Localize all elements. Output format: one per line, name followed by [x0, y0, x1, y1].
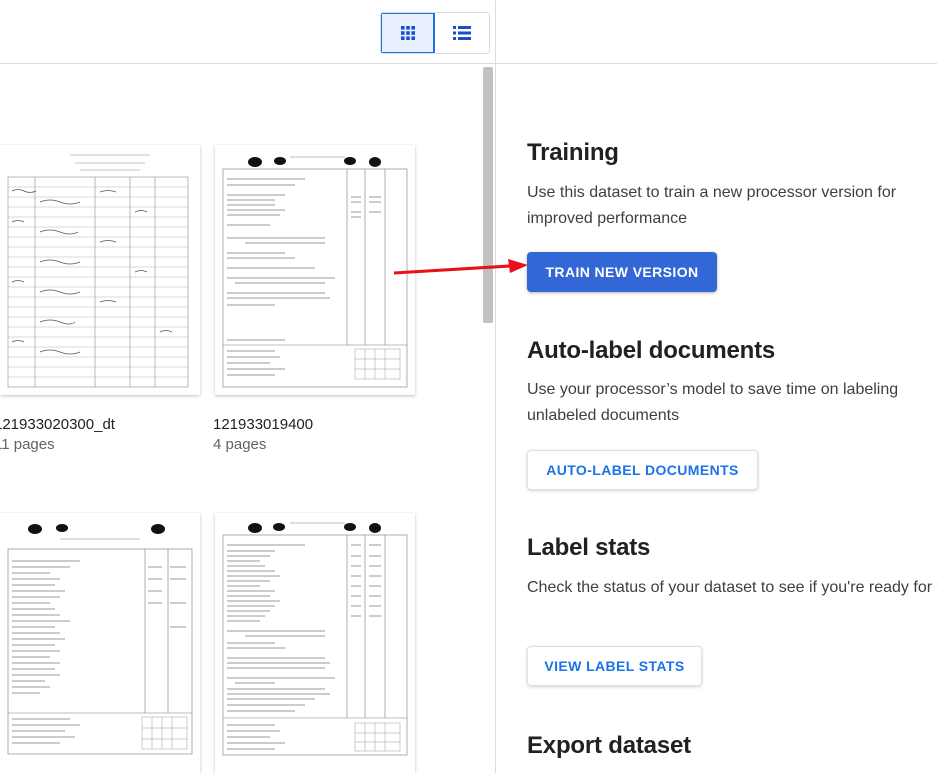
training-title: Training — [527, 139, 619, 166]
view-label-stats-button[interactable]: VIEW LABEL STATS — [527, 646, 702, 686]
list-view-icon — [453, 25, 471, 41]
document-name[interactable]: 121933020300_dt — [0, 416, 115, 433]
autolabel-description: Use your processor’s model to save time … — [527, 381, 899, 424]
label-stats-title: Label stats — [527, 534, 651, 561]
dataset-actions-panel: Training Use this dataset to train a new… — [496, 65, 937, 773]
auto-label-documents-button[interactable]: AUTO-LABEL DOCUMENTS — [527, 450, 758, 490]
grid-view-button[interactable] — [381, 13, 436, 53]
toolbar-divider — [495, 0, 496, 64]
document-thumbnail[interactable] — [0, 145, 200, 395]
label-stats-description: Check the status of your dataset to see … — [527, 579, 937, 596]
train-new-version-button[interactable]: TRAIN NEW VERSION — [527, 252, 717, 292]
document-grid-scrollbar[interactable] — [483, 67, 493, 323]
export-dataset-title: Export dataset — [527, 732, 691, 759]
document-grid: 121933020300_dt 11 pages 121933019400 4 … — [0, 65, 495, 773]
annotation-arrow-icon — [393, 259, 528, 275]
document-page-count: 4 pages — [213, 436, 267, 453]
list-view-button[interactable] — [435, 13, 489, 53]
document-thumbnail[interactable] — [215, 145, 415, 395]
document-page-count: 11 pages — [0, 436, 55, 453]
document-thumbnail[interactable] — [0, 513, 200, 773]
autolabel-title: Auto-label documents — [527, 337, 776, 364]
training-description: Use this dataset to train a new processo… — [527, 184, 897, 227]
view-toggle — [380, 12, 490, 54]
grid-view-icon — [400, 25, 416, 41]
document-thumbnail[interactable] — [215, 513, 415, 773]
toolbar — [0, 0, 937, 64]
document-name[interactable]: 121933019400 — [213, 416, 313, 433]
